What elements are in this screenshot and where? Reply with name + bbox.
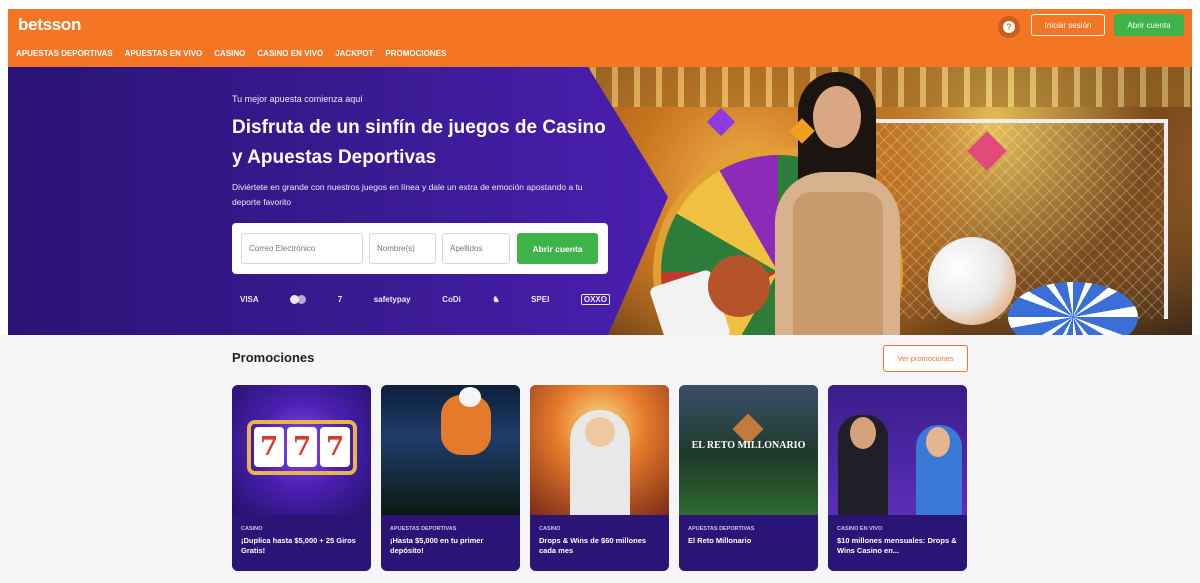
gem-icon [706,107,736,137]
promo-category: CASINO EN VIVO [837,526,883,532]
signup-button[interactable]: Abrir cuenta [1114,14,1184,36]
top-header: betsson APUESTAS DEPORTIVAS APUESTAS EN … [8,9,1192,67]
promo-category: APUESTAS DEPORTIVAS [390,526,457,532]
promo-card-sports-deposit[interactable]: APUESTAS DEPORTIVAS ¡Hasta $5,000 en tu … [381,385,520,571]
payment-methods: VISA 7 safetypay CoDi ♞ SPEI OXXO [240,290,610,308]
seven-eleven-logo: 7 [337,294,343,304]
slot-reel: 7 [287,427,317,467]
lastname-field[interactable]: Apellidos [442,233,510,264]
promotions-title: Promociones [232,350,315,365]
goal-net [868,119,1168,319]
nav-casino-en-vivo[interactable]: CASINO EN VIVO [257,49,323,58]
promo-text: $10 millones mensuales: Drops & Wins Cas… [837,536,957,555]
zeus-slot-image [530,385,669,515]
promotions-section: Promociones Ver promociones 7 7 7 CASINO… [0,335,1200,583]
promo-category: APUESTAS DEPORTIVAS [688,526,755,532]
promo-card-body: CASINO ¡Duplica hasta $5,000 + 25 Giros … [232,515,371,571]
hero-title: Disfruta de un sinfín de juegos de Casin… [232,117,606,168]
promo-card-body: CASINO EN VIVO $10 millones mensuales: D… [828,515,967,571]
nav-jackpot[interactable]: JACKPOT [335,49,373,58]
name-field[interactable]: Nombre(s) [369,233,436,264]
mastercard-logo [290,294,307,304]
volleyball [928,237,1016,325]
nav-apuestas-en-vivo[interactable]: APUESTAS EN VIVO [125,49,203,58]
promo-card-live-casino[interactable]: CASINO EN VIVO $10 millones mensuales: D… [828,385,967,571]
promo-category: CASINO [539,526,561,532]
hero-banner: Tu mejor apuesta comienza aquí Disfruta … [8,67,1192,335]
basketball [708,255,770,317]
promo-card-body: APUESTAS DEPORTIVAS El Reto Millonario [679,515,818,571]
promo-card-body: APUESTAS DEPORTIVAS ¡Hasta $5,000 en tu … [381,515,520,571]
promo-text: Drops & Wins de $60 millones cada mes [539,536,647,555]
email-field[interactable]: Correo Electrónico [241,233,363,264]
promo-text: ¡Duplica hasta $5,000 + 25 Giros Gratis! [241,536,356,555]
spei-logo: SPEI [531,294,550,304]
promotions-list: 7 7 7 CASINO ¡Duplica hasta $5,000 + 25 … [232,385,967,571]
promo-card-drops-wins[interactable]: CASINO Drops & Wins de $60 millones cada… [530,385,669,571]
presenters-image [828,385,967,515]
visa-logo: VISA [240,294,259,304]
slot-reel: 7 [254,427,284,467]
promo-card-casino-bonus[interactable]: 7 7 7 CASINO ¡Duplica hasta $5,000 + 25 … [232,385,371,571]
stadium-image: EL RETO MILLONARIO [679,385,818,515]
nav-apuestas-deportivas[interactable]: APUESTAS DEPORTIVAS [16,49,113,58]
promo-text: El Reto Millonario [688,536,752,545]
casino-dealer [763,72,903,335]
betsson-logo[interactable]: betsson [18,15,81,35]
view-promotions-button[interactable]: Ver promociones [883,345,968,372]
slot-reel: 7 [320,427,350,467]
promo-category: CASINO [241,526,263,532]
oxxo-logo: OXXO [580,293,610,305]
question-icon: ? [1003,21,1015,33]
football-player-image [381,385,520,515]
hero-kicker: Tu mejor apuesta comienza aquí [232,94,363,104]
promo-card-body: CASINO Drops & Wins de $60 millones cada… [530,515,669,571]
nav-casino[interactable]: CASINO [214,49,245,58]
nav-promociones[interactable]: PROMOCIONES [385,49,446,58]
login-button[interactable]: Iniciar sesión [1031,14,1105,36]
help-button[interactable]: ? [998,16,1020,38]
reto-banner-text: EL RETO MILLONARIO [691,440,806,451]
hero-subtitle: Diviértete en grande con nuestros juegos… [232,182,583,207]
bank-logo: ♞ [492,294,500,304]
promo-card-reto-millonario[interactable]: EL RETO MILLONARIO APUESTAS DEPORTIVAS E… [679,385,818,571]
open-account-button[interactable]: Abrir cuenta [517,233,598,264]
main-nav: APUESTAS DEPORTIVAS APUESTAS EN VIVO CAS… [16,49,446,58]
safetypay-logo: safetypay [373,294,411,304]
codi-logo: CoDi [442,294,461,304]
betsson-landing-page: betsson APUESTAS DEPORTIVAS APUESTAS EN … [0,0,1200,583]
slot-machine-image: 7 7 7 [232,385,371,515]
signup-form: Correo Electrónico Nombre(s) Apellidos A… [232,223,608,274]
promo-text: ¡Hasta $5,000 en tu primer depósito! [390,536,484,555]
